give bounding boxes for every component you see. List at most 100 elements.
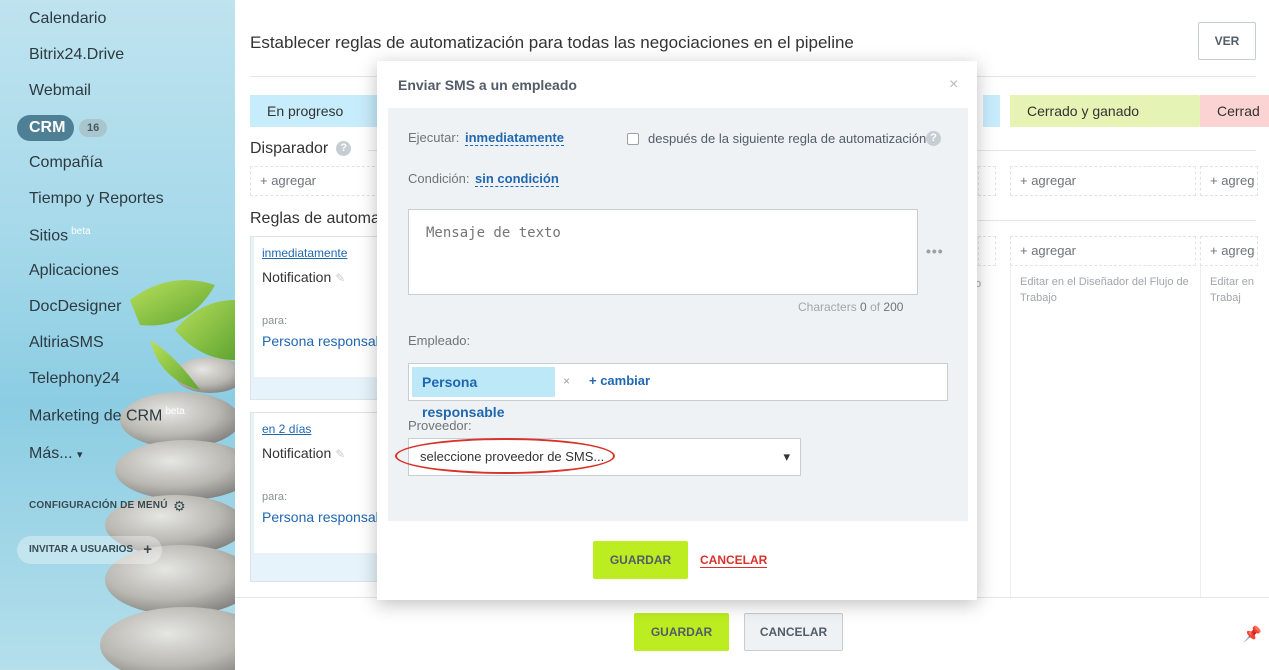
rule-title-text: Notification [262, 445, 332, 461]
add-rule-button-cut[interactable] [978, 236, 996, 266]
sidebar-item-label: Calendario [29, 10, 107, 27]
sidebar-item-docdesigner[interactable]: DocDesigner [29, 298, 121, 316]
sidebar-item-drive[interactable]: Bitrix24.Drive [29, 46, 124, 64]
chars-label: Characters [798, 300, 857, 314]
divider [978, 150, 1256, 151]
sidebar-item-label: AltiriaSMS [29, 334, 104, 351]
more-options-icon[interactable]: ••• [926, 243, 944, 259]
help-icon[interactable]: ? [926, 131, 941, 146]
condition-link[interactable]: sin condición [475, 171, 559, 187]
add-rule-button[interactable]: + agreg [1200, 236, 1258, 266]
view-button[interactable]: VER [1198, 22, 1256, 60]
rule-card[interactable]: en 2 días Notification ✎ para: Persona re… [250, 412, 383, 582]
sidebar-item-telephony24[interactable]: Telephony24 [29, 370, 120, 388]
invite-users-label: INVITAR A USUARIOS [29, 544, 134, 555]
sidebar-item-sitios[interactable]: Sitios beta [29, 226, 91, 245]
sidebar-item-label: DocDesigner [29, 298, 122, 315]
sidebar-item-label: Tiempo y Reportes [29, 190, 164, 207]
sidebar-item-label: Telephony24 [29, 370, 120, 387]
save-button[interactable]: GUARDAR [634, 613, 729, 651]
after-rule-checkbox[interactable] [627, 133, 639, 145]
sidebar-item-aplicaciones[interactable]: Aplicaciones [29, 262, 119, 280]
left-sidebar: Calendario Bitrix24.Drive Webmail CRM 16… [0, 0, 235, 670]
sidebar-item-label: Más... [29, 445, 73, 462]
sidebar-item-mas[interactable]: Más... ▾ [29, 445, 83, 463]
gear-icon[interactable]: ⚙ [173, 498, 186, 515]
sidebar-item-label: Bitrix24.Drive [29, 46, 125, 63]
employee-selector[interactable]: Persona responsable × + cambiar [408, 363, 948, 420]
sidebar-item-label: Sitios [29, 227, 69, 245]
dialog-cancel-link[interactable]: CANCELAR [700, 553, 768, 568]
sidebar-item-calendario[interactable]: Calendario [29, 10, 106, 28]
chars-count: 0 [860, 300, 867, 314]
add-trigger-button[interactable]: + agreg [1200, 166, 1258, 196]
chevron-down-icon: ▾ [77, 449, 83, 461]
sidebar-item-marketing-crm[interactable]: Marketing de CRM beta [29, 406, 185, 425]
rule-title-text: Notification [262, 269, 332, 285]
provider-select[interactable]: seleccione proveedor de SMS... ▾ [408, 438, 801, 476]
add-trigger-button[interactable]: + agregar [1010, 166, 1196, 196]
rule-title: Notification ✎ [262, 269, 345, 285]
condition-label: Condición: [408, 171, 470, 186]
cancel-button[interactable]: CANCELAR [744, 613, 843, 651]
rule-card-body: en 2 días Notification ✎ para: Persona re… [254, 413, 383, 553]
add-trigger-button[interactable]: + agregar [250, 166, 380, 196]
rule-timing-link[interactable]: en 2 días [262, 422, 311, 436]
stage-cerrado-perdido: Cerrad [1200, 95, 1269, 127]
chars-of: of [870, 300, 881, 314]
close-icon[interactable]: × [949, 76, 958, 94]
trigger-label: Disparador [250, 140, 329, 157]
sidebar-item-webmail[interactable]: Webmail [29, 82, 91, 100]
page-title: Establecer reglas de automatización para… [250, 33, 854, 52]
rule-card-body: inmediatamente Notification ✎ para: Perso… [254, 237, 383, 377]
plus-icon: + [143, 541, 152, 558]
pencil-icon[interactable]: ✎ [335, 447, 345, 461]
send-sms-dialog: Enviar SMS a un empleado × Ejecutar: inm… [377, 61, 977, 600]
beta-badge: beta [71, 226, 91, 237]
sidebar-item-tiempo-reportes[interactable]: Tiempo y Reportes [29, 190, 164, 208]
character-counter: Characters 0 of 200 [798, 300, 903, 314]
add-trigger-button-cut[interactable] [978, 166, 996, 196]
pencil-icon[interactable]: ✎ [335, 271, 345, 285]
stage-cerrado-ganado: Cerrado y ganado [1010, 95, 1199, 127]
dialog-save-button[interactable]: GUARDAR [593, 541, 688, 579]
sms-message-textarea[interactable] [408, 209, 918, 295]
beta-badge: beta [165, 406, 185, 417]
stage-label: Cerrado y ganado [1027, 103, 1140, 119]
sidebar-item-altiriasms[interactable]: AltiriaSMS [29, 334, 104, 352]
rules-section-label: Reglas de automa [250, 210, 380, 227]
column-divider [1010, 266, 1011, 597]
execute-label: Ejecutar: [408, 130, 460, 145]
edit-in-designer-hint: Editar en el Diseñador del Flujo de Trab… [1020, 276, 1189, 304]
sidebar-item-label: Webmail [29, 82, 91, 99]
rule-card[interactable]: inmediatamente Notification ✎ para: Perso… [250, 236, 383, 400]
after-rule-label: después de la siguiente regla de automat… [648, 131, 927, 146]
sidebar-item-crm[interactable]: CRM [17, 115, 74, 141]
change-employee-link[interactable]: + cambiar [589, 373, 650, 388]
rule-timing-link[interactable]: inmediatamente [262, 246, 347, 260]
dialog-title: Enviar SMS a un empleado [398, 77, 577, 93]
bottom-action-bar: GUARDAR CANCELAR 📌 [235, 597, 1269, 670]
rule-recipient[interactable]: Persona responsab [262, 333, 383, 349]
employee-label: Empleado: [408, 333, 471, 348]
dialog-body: Ejecutar: inmediatamente después de la s… [388, 108, 968, 521]
stage-label: Cerrad [1217, 103, 1260, 119]
execute-timing-link[interactable]: inmediatamente [465, 130, 564, 146]
menu-config-link[interactable]: CONFIGURACIÓN DE MENÚ [29, 500, 168, 511]
column-divider [1200, 266, 1201, 597]
provider-label: Proveedor: [408, 418, 472, 433]
employee-tag: Persona responsable [412, 367, 555, 420]
rule-recipient[interactable]: Persona responsab [262, 509, 383, 525]
remove-tag-icon[interactable]: × [563, 374, 570, 388]
invite-users-button[interactable]: INVITAR A USUARIOS + [17, 536, 162, 564]
crm-counter-badge: 16 [79, 119, 108, 137]
add-rule-button[interactable]: + agregar [1010, 236, 1196, 266]
pin-icon[interactable]: 📌 [1243, 625, 1262, 643]
chars-max: 200 [883, 300, 904, 314]
chevron-down-icon: ▾ [783, 449, 790, 464]
help-icon[interactable]: ? [336, 141, 352, 157]
stage-fragment [983, 95, 1000, 127]
sidebar-item-label: CRM [29, 119, 66, 136]
sidebar-item-compania[interactable]: Compañía [29, 154, 103, 172]
sidebar-item-label: Compañía [29, 154, 103, 171]
